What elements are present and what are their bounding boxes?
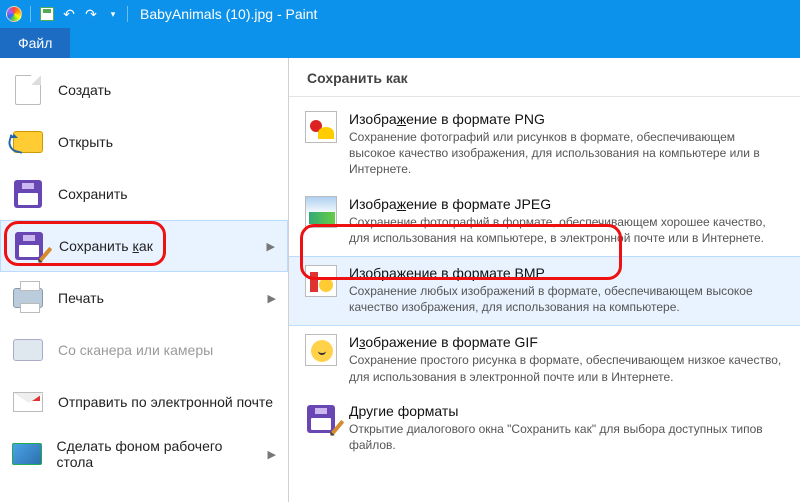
menu-send-email[interactable]: Отправить по электронной почте <box>0 376 288 428</box>
format-jpeg-desc: Сохранение фотографий в формате, обеспеч… <box>349 214 784 246</box>
scanner-icon <box>12 334 44 366</box>
ribbon-tab-bar: Файл <box>0 28 800 58</box>
window-title: BabyAnimals (10).jpg - Paint <box>140 6 317 22</box>
submenu-arrow-icon: ▶ <box>268 292 276 305</box>
menu-print[interactable]: Печать ▶ <box>0 272 288 324</box>
save-as-heading: Сохранить как <box>289 64 800 97</box>
new-file-icon <box>12 74 44 106</box>
save-as-icon <box>13 230 45 262</box>
qat-redo-button[interactable]: ↷ <box>81 4 101 24</box>
backstage-menu: Создать Открыть Сохранить Сохранить как … <box>0 58 289 502</box>
menu-save-as-label: Сохранить как <box>59 238 153 254</box>
format-other-title: Другие форматы <box>349 403 784 419</box>
quick-access-toolbar: ↶ ↷ ▾ <box>4 4 123 24</box>
menu-scanner-label: Со сканера или камеры <box>58 342 213 358</box>
menu-save-as[interactable]: Сохранить как ▶ <box>0 220 288 272</box>
format-png-desc: Сохранение фотографий или рисунков в фор… <box>349 129 784 178</box>
desktop-wallpaper-icon <box>12 438 43 470</box>
save-as-icon <box>305 403 337 435</box>
format-bmp[interactable]: Изображение в формате BMP Сохранение люб… <box>289 256 800 326</box>
menu-open-label: Открыть <box>58 134 113 150</box>
format-gif[interactable]: Изображение в формате GIF Сохранение про… <box>289 326 800 394</box>
title-bar: ↶ ↷ ▾ BabyAnimals (10).jpg - Paint <box>0 0 800 28</box>
menu-set-wallpaper[interactable]: Сделать фоном рабочего стола ▶ <box>0 428 288 480</box>
menu-save[interactable]: Сохранить <box>0 168 288 220</box>
submenu-arrow-icon: ▶ <box>268 448 276 461</box>
format-jpeg[interactable]: Изображение в формате JPEG Сохранение фо… <box>289 188 800 256</box>
menu-from-scanner: Со сканера или камеры <box>0 324 288 376</box>
menu-create-label: Создать <box>58 82 111 98</box>
gif-thumbnail-icon <box>305 334 337 366</box>
qat-customize-button[interactable]: ▾ <box>103 4 123 24</box>
save-as-panel: Сохранить как Изображение в формате PNG … <box>289 58 800 502</box>
printer-icon <box>12 282 44 314</box>
bmp-thumbnail-icon <box>305 265 337 297</box>
app-icon[interactable] <box>4 4 24 24</box>
format-png-title: Изображение в формате PNG <box>349 111 784 127</box>
format-bmp-desc: Сохранение любых изображений в формате, … <box>349 283 784 315</box>
menu-save-label: Сохранить <box>58 186 128 202</box>
save-floppy-icon <box>12 178 44 210</box>
file-backstage: Создать Открыть Сохранить Сохранить как … <box>0 58 800 502</box>
menu-wallpaper-label: Сделать фоном рабочего стола <box>57 438 254 470</box>
qat-save-button[interactable] <box>37 4 57 24</box>
format-gif-title: Изображение в формате GIF <box>349 334 784 350</box>
format-gif-desc: Сохранение простого рисунка в формате, о… <box>349 352 784 384</box>
format-other-desc: Открытие диалогового окна "Сохранить как… <box>349 421 784 453</box>
menu-print-label: Печать <box>58 290 104 306</box>
submenu-arrow-icon: ▶ <box>267 240 275 253</box>
menu-open[interactable]: Открыть <box>0 116 288 168</box>
format-png[interactable]: Изображение в формате PNG Сохранение фот… <box>289 103 800 188</box>
png-thumbnail-icon <box>305 111 337 143</box>
menu-create[interactable]: Создать <box>0 64 288 116</box>
jpeg-thumbnail-icon <box>305 196 337 228</box>
menu-email-label: Отправить по электронной почте <box>58 394 273 410</box>
format-other[interactable]: Другие форматы Открытие диалогового окна… <box>289 395 800 463</box>
open-folder-icon <box>12 126 44 158</box>
format-bmp-title: Изображение в формате BMP <box>349 265 784 281</box>
tab-file[interactable]: Файл <box>0 28 70 58</box>
format-jpeg-title: Изображение в формате JPEG <box>349 196 784 212</box>
qat-undo-button[interactable]: ↶ <box>59 4 79 24</box>
envelope-icon <box>12 386 44 418</box>
